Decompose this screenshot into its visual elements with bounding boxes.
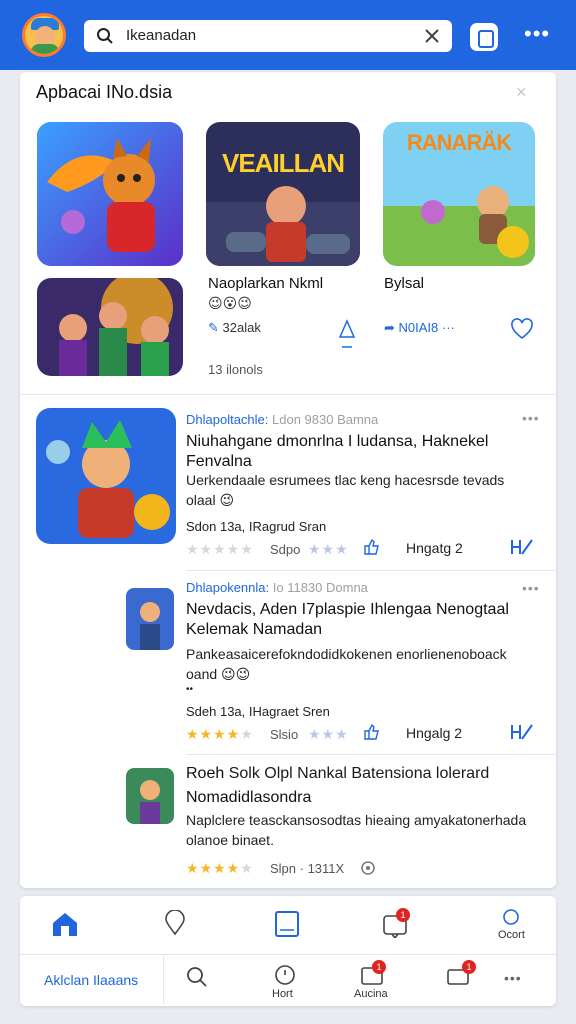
divider [163, 956, 164, 1004]
nav-label: Hort [272, 988, 293, 1000]
search-input[interactable]: Ikeanadan [84, 20, 452, 52]
clear-search-icon[interactable] [422, 26, 442, 46]
apps-card: Apbacai INo.dsia × VEAILLAN RANARÄK Naop… [20, 72, 556, 888]
notification-badge: 1 [462, 960, 476, 974]
notification-badge: 1 [372, 960, 386, 974]
home-icon[interactable] [50, 910, 80, 938]
rating-stars: ★★★★★ [186, 726, 254, 742]
app-thumbnail[interactable] [37, 278, 183, 376]
more-count[interactable]: 13 ilonols [208, 362, 263, 377]
rating-stars-secondary: ★★★ [308, 726, 349, 742]
post-subtitle: Nomadidlasondra [186, 789, 312, 806]
post-stats: Slpn · 1311X [270, 861, 345, 876]
post-date: Io 11830 Domna [272, 580, 368, 595]
app-thumbnail[interactable]: VEAILLAN [206, 122, 360, 266]
nav-label: Ocort [498, 929, 525, 941]
divider [186, 570, 556, 571]
thumbnail-title: VEAILLAN [222, 148, 345, 178]
divider [20, 954, 556, 955]
game-art-fox [37, 122, 183, 266]
post-body: Naplclere teasckansosodtas hieaing amyak… [186, 812, 527, 848]
figure-icon[interactable] [336, 317, 358, 351]
post-meta: Dhlapoltachle: Ldon 9830 Bamna [186, 412, 378, 427]
game-art-small [126, 768, 174, 824]
app-likes[interactable]: ✎ 32alak [208, 320, 261, 336]
post-image[interactable] [36, 408, 176, 544]
search-text[interactable]: Ikeanadan [126, 27, 196, 44]
like-icon[interactable] [362, 538, 380, 556]
post-body: Pankeasaicerefokndodidkokenen enorlienen… [186, 646, 507, 682]
app-name[interactable]: Naoplarkan Nkml [208, 275, 323, 292]
nav-label: Aucina [354, 988, 388, 1000]
more-menu-icon[interactable]: ••• [524, 23, 552, 48]
category-tab[interactable]: Aklclan Ilaaans [44, 972, 138, 988]
app-thumbnail[interactable] [37, 122, 183, 266]
thumbnail-title: RANARÄK [406, 130, 512, 155]
game-art-party [37, 278, 183, 376]
post-author[interactable]: Dhlapoltachle: [186, 412, 268, 427]
reply-link[interactable]: Hngatg 2 [406, 540, 463, 556]
top-bar: Ikeanadan ••• [0, 0, 576, 70]
search-icon [97, 28, 113, 44]
location-icon[interactable] [164, 910, 186, 936]
share-link[interactable]: ➦ N0IAI8 ··· [384, 320, 455, 336]
rating-label: Sdpo [270, 542, 301, 557]
post-stats: Sdeh 13a, IHagraet Sren [186, 704, 330, 719]
post-title[interactable]: Nevdacis, Aden I7plaspie Ihlengaa Nenogt… [186, 600, 526, 640]
edit-icon[interactable] [510, 723, 534, 741]
reply-link[interactable]: Hngalg 2 [406, 725, 462, 741]
like-icon: ✎ [208, 320, 219, 335]
share-icon: ➦ [384, 320, 395, 335]
post-meta: Dhlapokennla: Io 11830 Domna [186, 580, 368, 595]
post-author[interactable]: Dhlapokennla: [186, 580, 269, 595]
post-title[interactable]: Niuhahgane dmonrlna I ludansa, Haknekel … [186, 432, 516, 472]
post-more-icon[interactable]: ••• [522, 580, 540, 596]
post-image[interactable] [126, 768, 174, 824]
settings-icon[interactable] [360, 860, 376, 876]
rating-stars-secondary: ★★★ [308, 541, 349, 557]
edit-icon[interactable] [510, 538, 534, 556]
post-more-icon[interactable]: ••• [522, 410, 540, 426]
divider [20, 394, 556, 395]
library-icon[interactable] [274, 910, 300, 938]
tabs-icon[interactable] [470, 23, 498, 51]
card-title: Apbacai INo.dsia [36, 82, 173, 102]
notification-badge: 1 [396, 908, 410, 922]
app-thumbnail[interactable]: RANARÄK [383, 122, 535, 266]
rating-label: Slsio [270, 727, 299, 742]
post-image[interactable] [126, 588, 174, 650]
profile-icon[interactable] [502, 908, 520, 926]
heart-icon[interactable] [510, 318, 534, 340]
game-art-warrior [206, 122, 360, 266]
search-icon[interactable] [186, 966, 208, 988]
post-stats: Sdon 13a, IRagrud Sran [186, 519, 327, 534]
post-body: Uerkendaale esrumees tlac keng hacesrsde… [186, 472, 505, 508]
more-menu-icon[interactable]: ••• [504, 970, 522, 986]
post-extra: •• [186, 684, 194, 695]
game-art-small [126, 588, 174, 650]
game-art-hero [36, 408, 176, 544]
bottom-nav: 1 Ocort Aklclan Ilaaans Hort 1 Aucina 1 … [20, 896, 556, 1006]
post-date: Ldon 9830 Bamna [272, 412, 379, 427]
rating-stars: ★★★★★ [186, 860, 254, 876]
like-icon[interactable] [362, 723, 380, 741]
post-author[interactable]: Roeh [186, 765, 224, 782]
divider [186, 754, 556, 755]
rating-stars: ★★★★★ [186, 541, 254, 557]
close-icon[interactable]: × [516, 82, 527, 103]
clock-icon[interactable] [274, 964, 296, 986]
post-title[interactable]: Roeh Solk Olpl Nankal Batensiona lolerar… [186, 764, 526, 784]
app-name[interactable]: Bylsal [384, 275, 424, 292]
post-tag[interactable]: Solk Olpl Nankal Batensiona lolerard [229, 765, 490, 782]
profile-avatar[interactable] [22, 13, 66, 57]
app-emoji: 😉😮😉 [208, 295, 252, 311]
